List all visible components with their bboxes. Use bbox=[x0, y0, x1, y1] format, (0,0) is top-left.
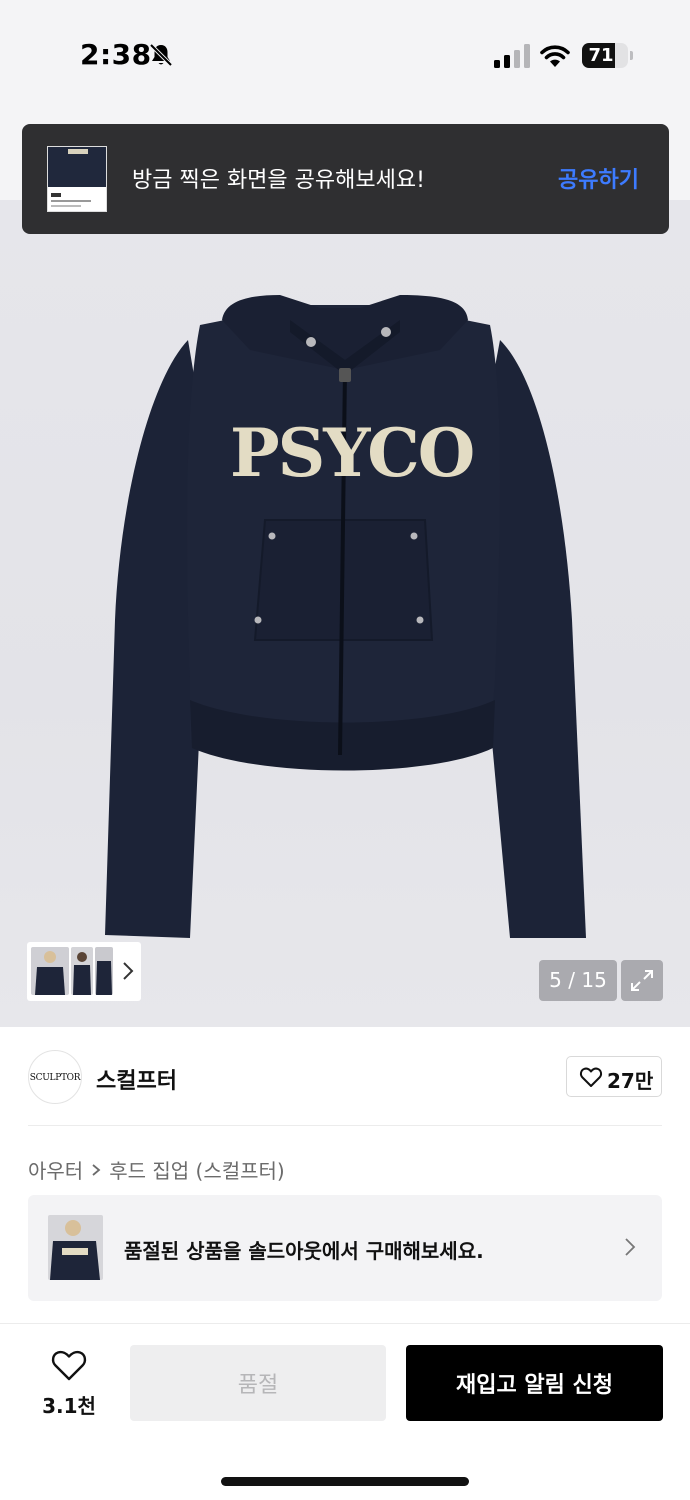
heart-icon bbox=[579, 1067, 603, 1087]
bell-off-icon bbox=[149, 43, 173, 67]
soldout-banner-text: 품절된 상품을 솔드아웃에서 구매해보세요. bbox=[124, 1239, 484, 1263]
battery-level: 71 bbox=[588, 45, 614, 66]
thumbnail-2[interactable] bbox=[71, 947, 93, 995]
breadcrumb-category[interactable]: 아우터 bbox=[28, 1155, 83, 1184]
battery-tip bbox=[630, 51, 633, 60]
soldout-button: 품절 bbox=[130, 1345, 386, 1421]
expand-button[interactable] bbox=[621, 960, 663, 1001]
product-image bbox=[105, 295, 586, 938]
brand-name[interactable]: 스컬프터 bbox=[96, 1063, 177, 1095]
battery-indicator: 71 bbox=[582, 43, 628, 68]
thumbnail-strip[interactable] bbox=[27, 942, 141, 1001]
divider bbox=[28, 1125, 662, 1126]
restock-alert-button[interactable]: 재입고 알림 신청 bbox=[406, 1345, 663, 1421]
soldout-banner[interactable]: 품절된 상품을 솔드아웃에서 구매해보세요. bbox=[28, 1195, 662, 1301]
product-image-gallery[interactable]: PSYCO bbox=[0, 200, 690, 1027]
share-button[interactable]: 공유하기 bbox=[558, 162, 639, 194]
wishlist-count: 3.1천 bbox=[42, 1394, 96, 1418]
soldout-thumbnail bbox=[48, 1215, 103, 1280]
chevron-right-icon[interactable] bbox=[121, 960, 135, 982]
graphic-text: PSYCO bbox=[230, 414, 475, 492]
heart-icon[interactable] bbox=[50, 1348, 88, 1382]
home-indicator bbox=[221, 1477, 469, 1486]
chevron-right-icon bbox=[92, 1163, 101, 1176]
page-counter: 5 / 15 bbox=[539, 960, 617, 1001]
brand-like-count: 27만 bbox=[607, 1069, 654, 1093]
wifi-icon bbox=[540, 45, 570, 67]
status-time: 2:38 bbox=[80, 38, 152, 71]
brand-logo-text: SCULPTOR bbox=[29, 1073, 81, 1083]
thumbnail-1[interactable] bbox=[31, 947, 69, 995]
screenshot-thumbnail[interactable] bbox=[47, 146, 107, 212]
thumbnail-3[interactable] bbox=[95, 947, 113, 995]
brand-like-button[interactable]: 27만 bbox=[566, 1056, 662, 1097]
expand-icon bbox=[631, 970, 653, 991]
signal-icon bbox=[494, 44, 530, 68]
bottom-bar-divider bbox=[0, 1323, 690, 1324]
brand-logo[interactable]: SCULPTOR bbox=[28, 1050, 82, 1104]
breadcrumb-subcategory[interactable]: 후드 집업 (스컬프터) bbox=[109, 1155, 285, 1184]
chevron-right-icon bbox=[625, 1238, 636, 1256]
toast-message: 방금 찍은 화면을 공유해보세요! bbox=[132, 168, 425, 193]
share-toast: 방금 찍은 화면을 공유해보세요! 공유하기 bbox=[22, 124, 669, 234]
breadcrumb: 아우터 후드 집업 (스컬프터) bbox=[28, 1155, 285, 1184]
